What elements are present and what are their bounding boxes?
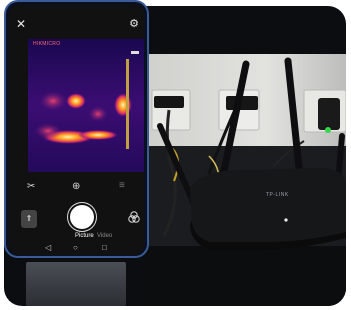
menu-icon[interactable]: ≡ <box>119 180 125 191</box>
filter-icon[interactable] <box>127 210 141 224</box>
smartphone: ✕ ⚙ HIKMICRO ✂ ⊕ ≡ ⇑ Picture Video ◁ ○ □ <box>4 0 149 258</box>
nav-home-icon[interactable]: ○ <box>73 243 78 252</box>
tools-icon[interactable]: ✂ <box>27 181 35 192</box>
router-brand-label: TP-LINK <box>266 192 289 198</box>
thermal-camera-app-screen: ✕ ⚙ HIKMICRO ✂ ⊕ ≡ ⇑ Picture Video ◁ ○ □ <box>9 5 144 255</box>
green-power-light <box>325 127 331 133</box>
brand-badge: HIKMICRO <box>33 41 61 47</box>
nav-back-icon[interactable]: ◁ <box>45 243 51 252</box>
close-icon[interactable]: ✕ <box>16 18 26 30</box>
gallery-icon[interactable]: ⇑ <box>21 210 37 228</box>
mode-video-tab[interactable]: Video <box>97 233 112 239</box>
android-nav-bar: ◁ ○ □ <box>9 243 144 255</box>
mode-picture-tab[interactable]: Picture <box>75 233 94 239</box>
usb-thermal-camera-module <box>26 262 126 306</box>
shutter-button[interactable] <box>70 205 94 229</box>
wall-outlet <box>303 89 346 133</box>
crosshair-icon[interactable]: ⊕ <box>72 181 80 192</box>
nav-recents-icon[interactable]: □ <box>102 243 107 252</box>
wifi-router <box>190 168 346 249</box>
wall-outlet <box>151 89 191 131</box>
thermal-image-view <box>28 39 144 172</box>
router-status-led <box>284 218 288 222</box>
settings-gear-icon[interactable]: ⚙ <box>129 19 139 30</box>
